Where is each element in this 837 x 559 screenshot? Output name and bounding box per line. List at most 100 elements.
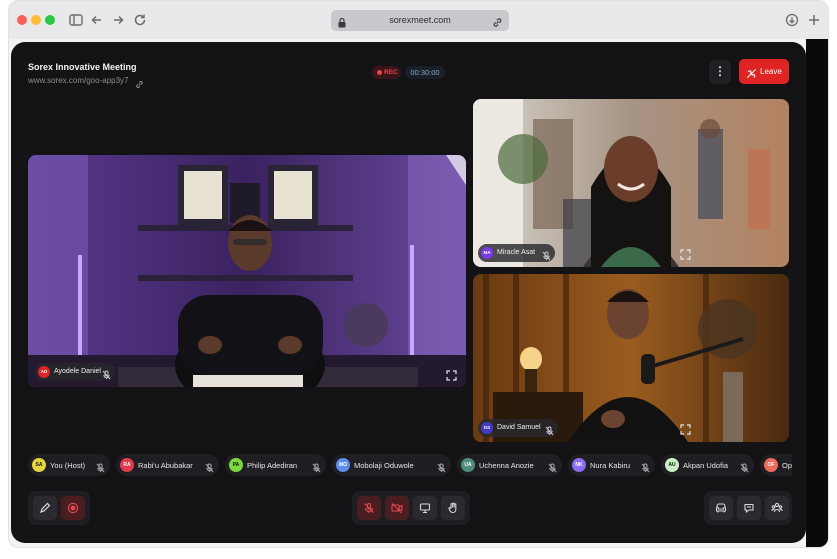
window-edge	[806, 39, 828, 547]
download-icon[interactable]	[784, 12, 800, 28]
participant-name: Miracle Asat	[497, 249, 536, 256]
recording-label: REC	[384, 69, 398, 76]
participant-name: Opeyemi	[782, 461, 792, 470]
forward-icon[interactable]	[110, 12, 126, 28]
avatar: NK	[572, 458, 586, 472]
video-feed-image	[473, 99, 789, 267]
meeting-link[interactable]: www.sorex.com/goo-app3y7	[28, 76, 129, 85]
participant-chip[interactable]: NK Nura Kabiru	[568, 454, 655, 476]
mic-muted-icon	[641, 460, 650, 473]
camera-off-icon	[391, 503, 403, 514]
mic-off-icon	[364, 502, 374, 513]
recording-badge: REC	[372, 66, 401, 79]
record-button[interactable]	[61, 496, 85, 520]
browser-toolbar: sorexmeet.com	[9, 1, 828, 39]
video-tile-tertiary[interactable]: DS David Samuel	[473, 274, 789, 442]
recording-dot-icon	[377, 70, 382, 75]
participant-name: Mobolaji Oduwole	[354, 461, 414, 470]
participant-name: Rabi'u Abubakar	[138, 461, 193, 470]
mic-muted-icon	[205, 460, 214, 473]
participant-chip[interactable]: AU Akpan Udofia	[661, 454, 754, 476]
center-controls	[352, 491, 470, 525]
pencil-icon	[40, 502, 51, 513]
meeting-timer: 00:30:00	[405, 66, 445, 79]
avatar: OF	[764, 458, 778, 472]
close-window-dot[interactable]	[17, 15, 27, 25]
leave-label: Leave	[760, 67, 782, 76]
participant-name-pill: DS David Samuel	[478, 419, 558, 437]
leave-button[interactable]: Leave	[739, 59, 789, 84]
maximize-window-dot[interactable]	[45, 15, 55, 25]
avatar: UA	[461, 458, 475, 472]
participants-button[interactable]	[765, 496, 789, 520]
mic-muted-icon	[437, 460, 446, 473]
share-link-icon[interactable]	[492, 15, 503, 27]
avatar: SA	[32, 458, 46, 472]
screen-share-icon	[419, 503, 431, 514]
more-options-button[interactable]: ⋮	[709, 60, 731, 84]
avatar: DS	[481, 422, 493, 434]
avatar: AU	[665, 458, 679, 472]
participant-chip[interactable]: MO Mobolaji Oduwole	[332, 454, 451, 476]
participant-name: Nura Kabiru	[590, 461, 631, 470]
video-tile-main[interactable]: AD Ayodele Daniel	[28, 155, 466, 387]
avatar: AD	[38, 366, 50, 378]
chat-button[interactable]	[737, 496, 761, 520]
fullscreen-icon[interactable]	[446, 368, 457, 381]
fullscreen-icon[interactable]	[680, 247, 691, 260]
url-text: sorexmeet.com	[389, 15, 451, 25]
sidebar-icon[interactable]	[68, 12, 84, 28]
phone-hangup-icon	[746, 66, 757, 79]
participant-name: Ayodele Daniel	[54, 368, 101, 375]
people-icon	[771, 502, 783, 513]
participant-name: You (Host)	[50, 461, 86, 470]
video-feed-image	[473, 274, 789, 442]
participant-chip[interactable]: SA You (Host)	[28, 454, 110, 476]
mic-muted-icon	[740, 460, 749, 473]
avatar: RA	[120, 458, 134, 472]
mic-muted-icon	[548, 460, 557, 473]
raise-hand-button[interactable]	[441, 496, 465, 520]
back-icon[interactable]	[89, 12, 105, 28]
workspace-button[interactable]	[709, 496, 733, 520]
participant-name: Akpan Udofia	[683, 461, 729, 470]
participant-name-pill: AD Ayodele Daniel	[35, 363, 115, 381]
left-controls	[28, 491, 90, 525]
participant-name: Philip Adediran	[247, 461, 298, 470]
mic-toggle-button[interactable]	[357, 496, 381, 520]
participant-name-pill: MA Miracle Asat	[478, 244, 555, 262]
mic-muted-icon	[96, 460, 105, 473]
avatar: PA	[229, 458, 243, 472]
mic-muted-icon	[102, 367, 111, 380]
video-tile-secondary[interactable]: MA Miracle Asat	[473, 99, 789, 267]
participant-name: David Samuel	[497, 424, 541, 431]
fullscreen-icon[interactable]	[680, 422, 691, 435]
copy-link-icon[interactable]	[135, 76, 144, 88]
new-tab-icon[interactable]	[806, 12, 822, 28]
participant-name: Uchenna Anozie	[479, 461, 534, 470]
annotate-button[interactable]	[33, 496, 57, 520]
share-screen-button[interactable]	[413, 496, 437, 520]
camera-toggle-button[interactable]	[385, 496, 409, 520]
participant-chip[interactable]: RA Rabi'u Abubakar	[116, 454, 219, 476]
browser-window: sorexmeet.com Sorex Innovative Meeting w…	[8, 0, 829, 548]
meeting-app: Sorex Innovative Meeting www.sorex.com/g…	[11, 42, 806, 543]
address-bar[interactable]: sorexmeet.com	[331, 10, 509, 31]
participant-chip[interactable]: UA Uchenna Anozie	[457, 454, 562, 476]
mic-muted-icon	[545, 423, 554, 436]
right-controls	[704, 491, 792, 525]
video-feed-image	[28, 155, 466, 387]
participants-list: SA You (Host) RA Rabi'u Abubakar PA Phil…	[28, 454, 792, 476]
mic-muted-icon	[312, 460, 321, 473]
minimize-window-dot[interactable]	[31, 15, 41, 25]
mic-muted-icon	[542, 248, 551, 261]
chat-icon	[744, 503, 754, 514]
avatar: MO	[336, 458, 350, 472]
participant-chip[interactable]: PA Philip Adediran	[225, 454, 326, 476]
record-icon	[67, 502, 79, 514]
participant-chip[interactable]: OF Opeyemi	[760, 454, 792, 476]
sofa-icon	[715, 503, 727, 513]
hand-icon	[448, 502, 457, 514]
avatar: MA	[481, 247, 493, 259]
reload-icon[interactable]	[132, 12, 148, 28]
